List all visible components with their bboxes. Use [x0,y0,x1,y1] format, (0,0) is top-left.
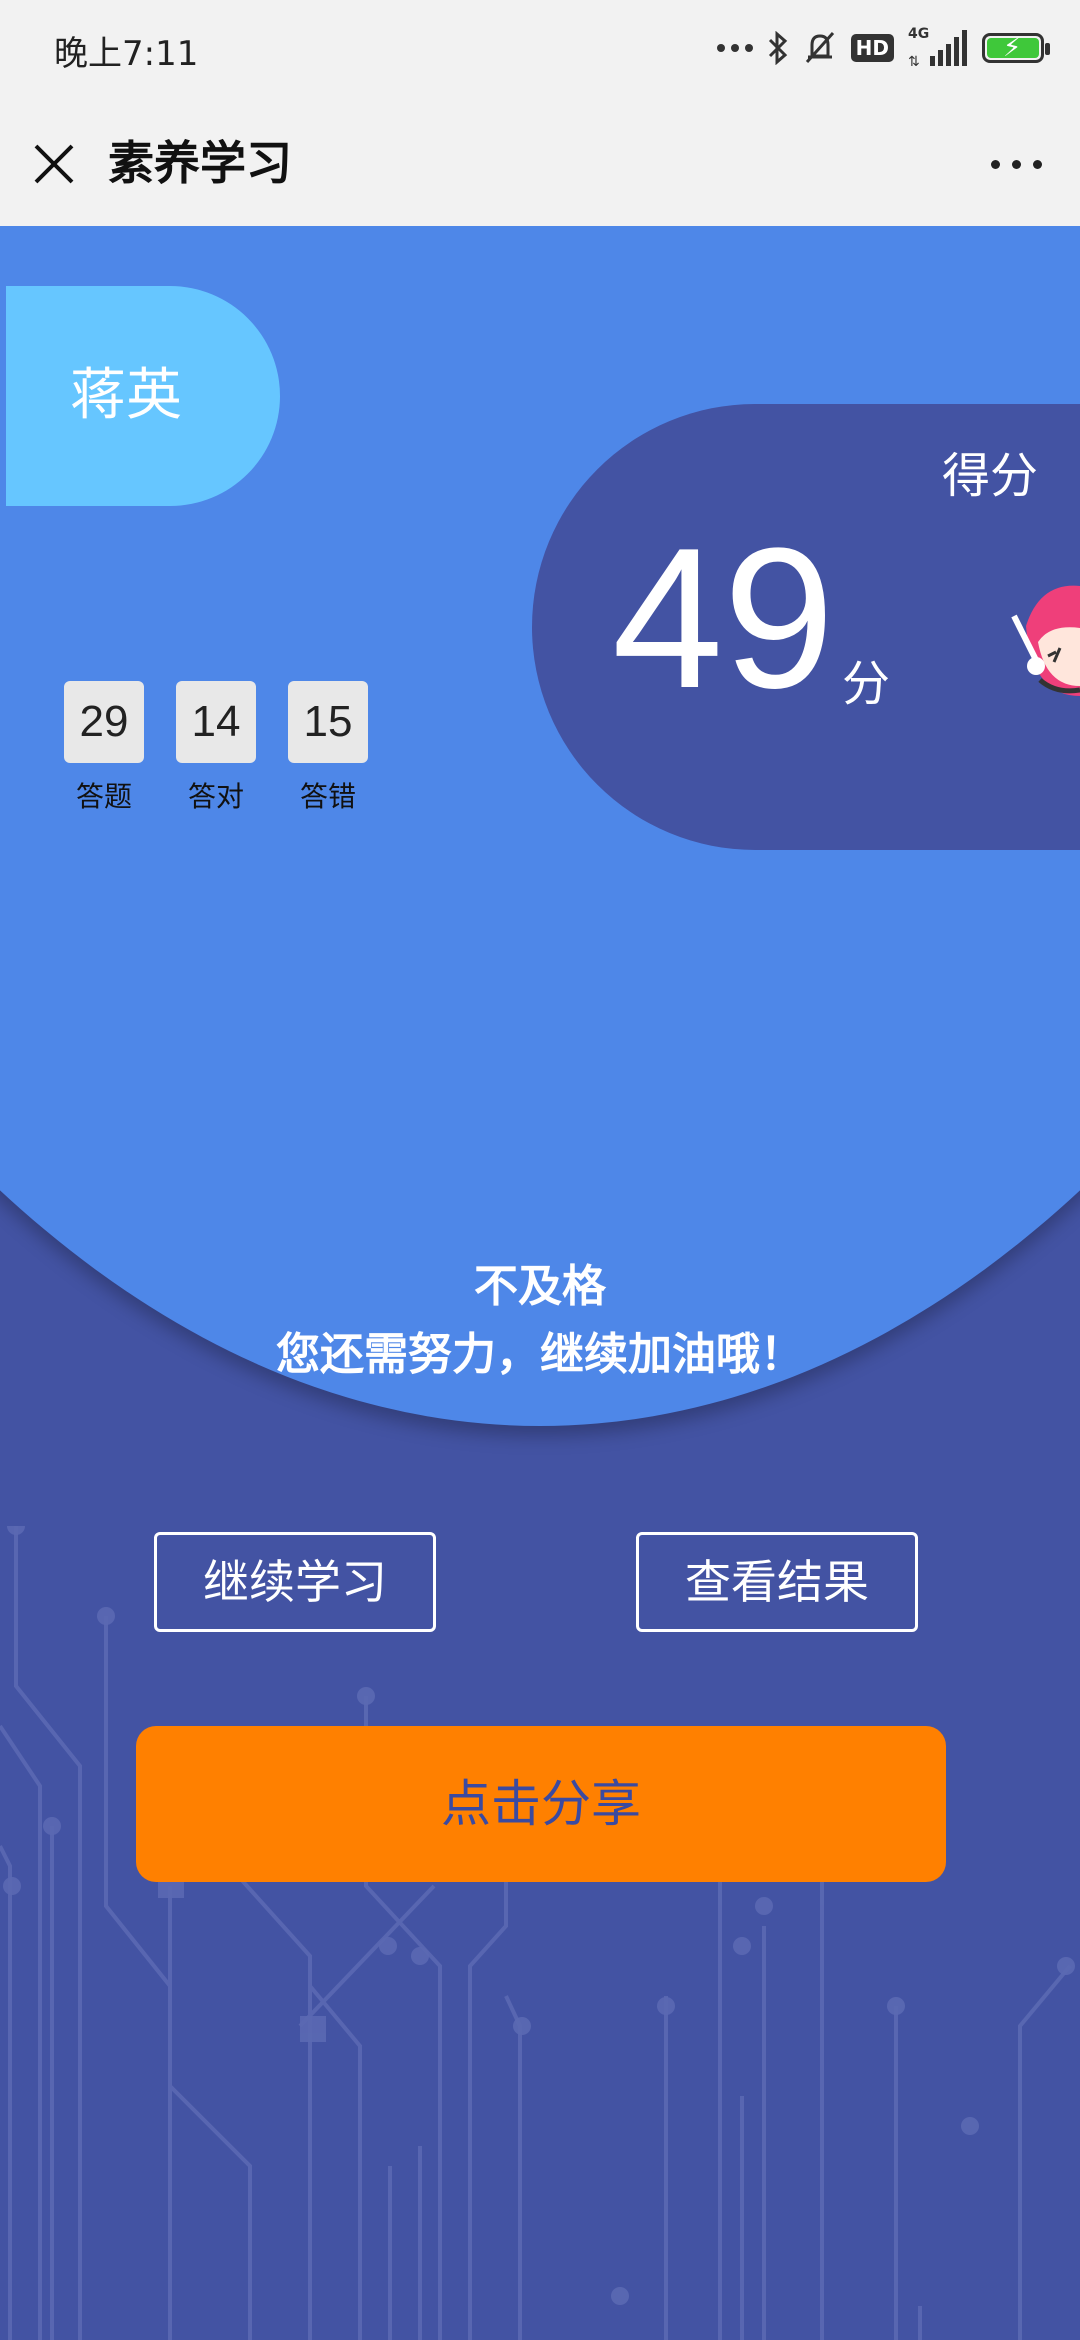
circuit-background [0,1526,1075,2340]
score-unit: 分 [842,656,891,712]
stat-correct-label: 答对 [187,780,244,813]
close-icon[interactable] [32,142,76,186]
status-bar: 晚上7:11 HD 4G ⇅ ⚡ [0,0,1080,100]
battery-icon: ⚡ [982,33,1050,63]
title-bar: 素养学习 [0,100,1080,226]
stat-wrong-label: 答错 [299,780,356,813]
mascot-character-icon [1011,585,1080,696]
stat-answered: 29 答题 [64,681,144,815]
more-notifications-icon [716,44,753,52]
answer-stats: 29 答题 14 答对 15 答错 [64,681,368,815]
stat-answered-value: 29 [64,681,144,763]
view-result-button[interactable]: 查看结果 [636,1532,918,1632]
result-verdict: 不及格 您还需努力，继续加油哦！ [0,1256,1080,1386]
share-button[interactable]: 点击分享 [136,1726,946,1882]
more-options-icon[interactable] [991,160,1042,169]
continue-study-button[interactable]: 继续学习 [154,1532,436,1632]
stat-correct-value: 14 [176,681,256,763]
status-time: 晚上7:11 [54,34,199,74]
bluetooth-icon [768,31,787,65]
result-status: 不及格 [474,1261,606,1312]
svg-text:⇅: ⇅ [908,54,920,68]
result-message: 您还需努力，继续加油哦！ [276,1329,804,1380]
score-panel: 得分 49 分 [532,404,1080,850]
stat-wrong-value: 15 [288,681,368,763]
status-icons: HD 4G ⇅ ⚡ [716,26,1050,70]
stat-correct: 14 答对 [176,681,256,815]
user-name: 蒋英 [70,363,182,428]
signal-icon: 4G ⇅ [908,26,968,68]
score-label: 得分 [941,448,1038,504]
mute-bell-icon [805,31,834,64]
page-title: 素养学习 [108,136,292,190]
hd-icon: HD [850,34,894,62]
main-content: 蒋英 得分 49 分 29 答题 14 答对 15 答错 不及格 您还需努力，继… [0,226,1080,2340]
score-value: 49 [612,507,835,730]
user-name-badge: 蒋英 [6,286,280,506]
stat-answered-label: 答题 [75,780,132,813]
stat-wrong: 15 答错 [288,681,368,815]
